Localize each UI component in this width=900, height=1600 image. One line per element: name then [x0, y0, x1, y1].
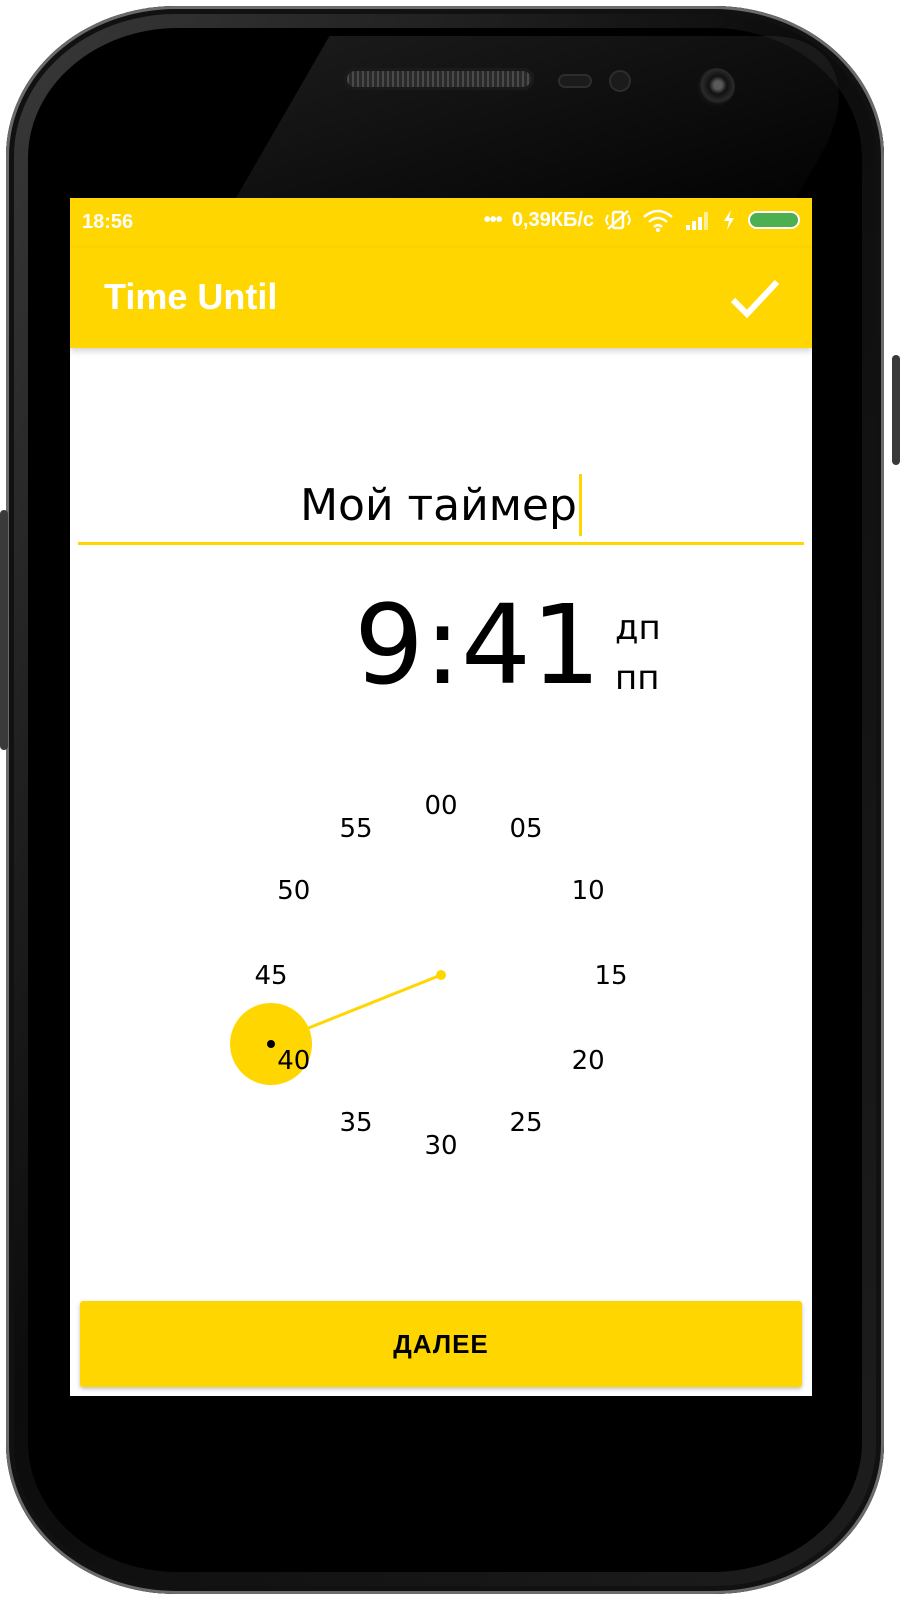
volume-button [0, 510, 8, 750]
light-sensor [609, 70, 631, 92]
clock-number-25[interactable]: 25 [509, 1108, 542, 1138]
earpiece-speaker [344, 68, 534, 90]
clock-number-35[interactable]: 35 [339, 1108, 372, 1138]
proximity-sensor [558, 74, 592, 88]
power-button [892, 355, 900, 465]
clock-number-15[interactable]: 15 [594, 961, 627, 991]
selector-dot [267, 1040, 275, 1048]
clock-number-50[interactable]: 50 [277, 876, 310, 906]
clock-number-55[interactable]: 55 [339, 814, 372, 844]
clock-number-30[interactable]: 30 [424, 1131, 457, 1161]
clock-number-00[interactable]: 00 [424, 791, 457, 821]
clock-number-10[interactable]: 10 [572, 876, 605, 906]
clock-number-20[interactable]: 20 [572, 1046, 605, 1076]
clock-hand [305, 973, 442, 1031]
next-button[interactable]: ДАЛЕЕ [80, 1301, 802, 1387]
clock-number-05[interactable]: 05 [509, 814, 542, 844]
clock-number-45[interactable]: 45 [254, 961, 287, 991]
clock-number-40[interactable]: 40 [277, 1046, 310, 1076]
minute-clock-face[interactable]: 00 05 10 15 20 25 30 35 40 45 50 55 [70, 198, 812, 1298]
front-camera [697, 68, 735, 106]
screen: 18:56 ••• 0,39КБ/с Time Until Мой таймер… [70, 198, 812, 1396]
clock-center [436, 970, 446, 980]
